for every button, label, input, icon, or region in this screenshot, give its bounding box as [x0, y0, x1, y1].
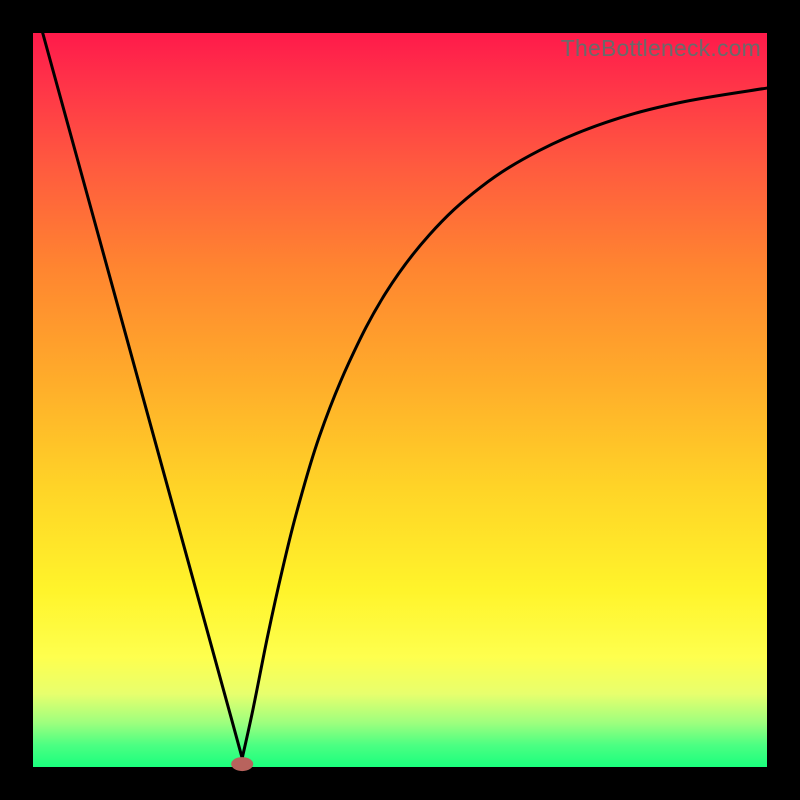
curve-right-branch	[242, 88, 767, 758]
chart-svg	[0, 0, 800, 800]
minimum-marker	[231, 757, 253, 771]
watermark-text: TheBottleneck.com	[561, 35, 761, 62]
curve-group	[37, 11, 767, 771]
chart-frame: TheBottleneck.com	[0, 0, 800, 800]
curve-left-branch	[37, 11, 243, 758]
